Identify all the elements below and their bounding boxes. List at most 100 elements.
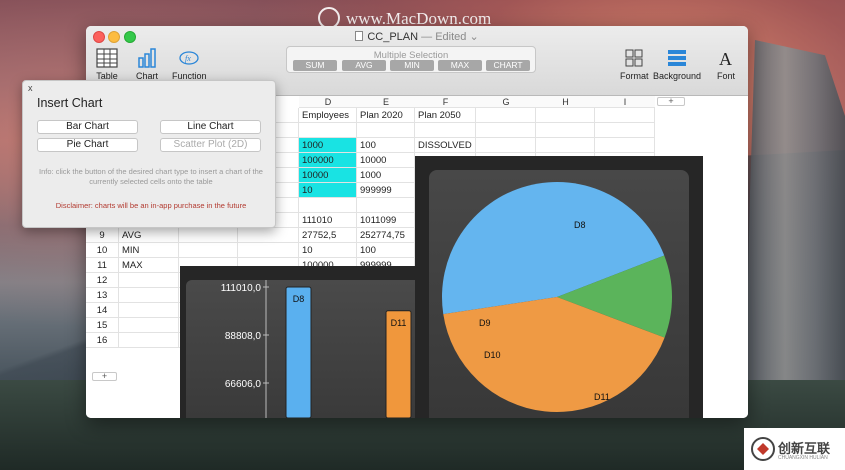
table-cell[interactable] (119, 318, 179, 333)
svg-text:A: A (719, 49, 732, 68)
table-cell[interactable] (238, 228, 299, 243)
svg-text:fx: fx (185, 54, 191, 63)
table-cell[interactable]: 1011099 (357, 213, 415, 228)
table-cell[interactable]: DISSOLVED (415, 138, 476, 153)
table-cell[interactable]: 1000 (357, 168, 415, 183)
add-row-button[interactable]: + (92, 372, 117, 381)
background-tool-label: Background (653, 71, 702, 81)
chart-tool-button[interactable]: Chart (136, 48, 158, 81)
table-icon (96, 48, 118, 68)
add-column-button[interactable]: + (657, 97, 685, 106)
table-cell[interactable] (415, 123, 476, 138)
column-header-i[interactable]: I (595, 96, 655, 108)
table-cell[interactable]: Plan 2020 (357, 108, 415, 123)
bar-chart-button[interactable]: Bar Chart (37, 120, 138, 134)
table-cell[interactable] (119, 303, 179, 318)
bar-label: D8 (293, 294, 305, 304)
table-cell[interactable]: 10000 (357, 153, 415, 168)
close-popup-button[interactable]: x (28, 83, 33, 93)
table-cell[interactable] (299, 123, 357, 138)
table-cell[interactable] (179, 243, 238, 258)
table-cell[interactable] (595, 123, 655, 138)
table-cell[interactable]: Employees (299, 108, 357, 123)
table-cell[interactable]: Plan 2050 (415, 108, 476, 123)
table-cell[interactable]: 100 (357, 243, 415, 258)
format-tool-label: Format (620, 71, 649, 81)
table-cell[interactable]: 10 (299, 183, 357, 198)
bar-chart-area: 111010,0 88808,0 66606,0 D8 D11 (186, 280, 418, 418)
brand-subtitle: CHUANGXIN HULIAN (778, 455, 828, 461)
bar-d8[interactable] (285, 286, 312, 418)
brand-badge: 创新互联 CHUANGXIN HULIAN (744, 428, 845, 470)
table-cell[interactable] (536, 108, 595, 123)
table-cell[interactable] (119, 333, 179, 348)
row-number: 9 (86, 228, 119, 243)
table-cell[interactable]: 1000 (299, 138, 357, 153)
line-chart-button[interactable]: Line Chart (160, 120, 261, 134)
pie-label: D9 (479, 318, 491, 328)
table-tool-button[interactable]: Table (96, 48, 118, 81)
table-cell[interactable] (179, 228, 238, 243)
table-cell[interactable] (476, 138, 536, 153)
background-tool-button[interactable]: Background (653, 48, 701, 81)
font-icon: A (719, 49, 732, 68)
table-cell[interactable] (536, 138, 595, 153)
column-header-g[interactable]: G (476, 96, 536, 108)
chevron-down-icon[interactable]: ⌄ (466, 31, 478, 43)
table-cell[interactable]: 100000 (299, 153, 357, 168)
y-tick-label: 88808,0 (225, 331, 262, 342)
table-cell[interactable] (476, 123, 536, 138)
table-cell[interactable] (238, 243, 299, 258)
column-header-e[interactable]: E (357, 96, 415, 108)
table-cell[interactable]: MIN (119, 243, 179, 258)
row-number: 15 (86, 318, 119, 333)
pie-chart-panel[interactable]: D8 D9 D10 D11 (415, 156, 703, 418)
max-button[interactable]: MAX (438, 60, 482, 71)
table-cell[interactable] (536, 123, 595, 138)
font-tool-button[interactable]: A Font (715, 48, 737, 81)
row-number: 12 (86, 273, 119, 288)
column-header-h[interactable]: H (536, 96, 595, 108)
document-icon (355, 31, 364, 41)
edited-status[interactable]: — Edited (421, 31, 466, 43)
table-cell[interactable] (595, 108, 655, 123)
table-cell[interactable]: 10 (299, 243, 357, 258)
popup-disclaimer: Disclaimer: charts will be an in-app pur… (55, 201, 247, 210)
avg-button[interactable]: AVG (342, 60, 386, 71)
table-cell[interactable]: 252774,75 (357, 228, 415, 243)
y-tick-label: 111010,0 (221, 283, 262, 294)
chart-button[interactable]: CHART (486, 60, 530, 71)
table-cell[interactable]: 10000 (299, 168, 357, 183)
table-cell[interactable] (595, 138, 655, 153)
table-cell[interactable]: 999999 (357, 183, 415, 198)
column-header-d[interactable]: D (299, 96, 357, 108)
table-cell[interactable]: AVG (119, 228, 179, 243)
table-cell[interactable] (357, 198, 415, 213)
format-tool-button[interactable]: Format (620, 48, 649, 81)
table-cell[interactable] (357, 123, 415, 138)
table-cell[interactable]: 27752,5 (299, 228, 357, 243)
table-cell[interactable]: 100 (357, 138, 415, 153)
row-number: 14 (86, 303, 119, 318)
table-cell[interactable] (299, 198, 357, 213)
pie-chart-svg: D8 D9 D10 D11 (442, 182, 672, 412)
table-cell[interactable] (119, 288, 179, 303)
sum-button[interactable]: SUM (293, 60, 337, 71)
pie-label: D8 (574, 220, 586, 230)
brand-logo-icon (751, 437, 775, 461)
column-header-f[interactable]: F (415, 96, 476, 108)
table-cell[interactable]: MAX (119, 258, 179, 273)
table-cell[interactable] (119, 273, 179, 288)
row-number: 10 (86, 243, 119, 258)
pie-chart-button[interactable]: Pie Chart (37, 138, 138, 152)
popup-info-text: Info: click the button of the desired ch… (39, 167, 263, 186)
font-tool-label: Font (716, 71, 735, 81)
table-cell[interactable] (476, 108, 536, 123)
min-button[interactable]: MIN (390, 60, 434, 71)
bar-chart-panel[interactable]: 111010,0 88808,0 66606,0 D8 D11 (180, 266, 418, 418)
pie-chart-area: D8 D9 D10 D11 (429, 170, 689, 418)
table-cell[interactable]: 111010 (299, 213, 357, 228)
function-tool-button[interactable]: fx Function (172, 48, 207, 81)
background-icon (668, 50, 687, 66)
insert-chart-popup: x Insert Chart Bar Chart Line Chart Pie … (22, 80, 276, 228)
